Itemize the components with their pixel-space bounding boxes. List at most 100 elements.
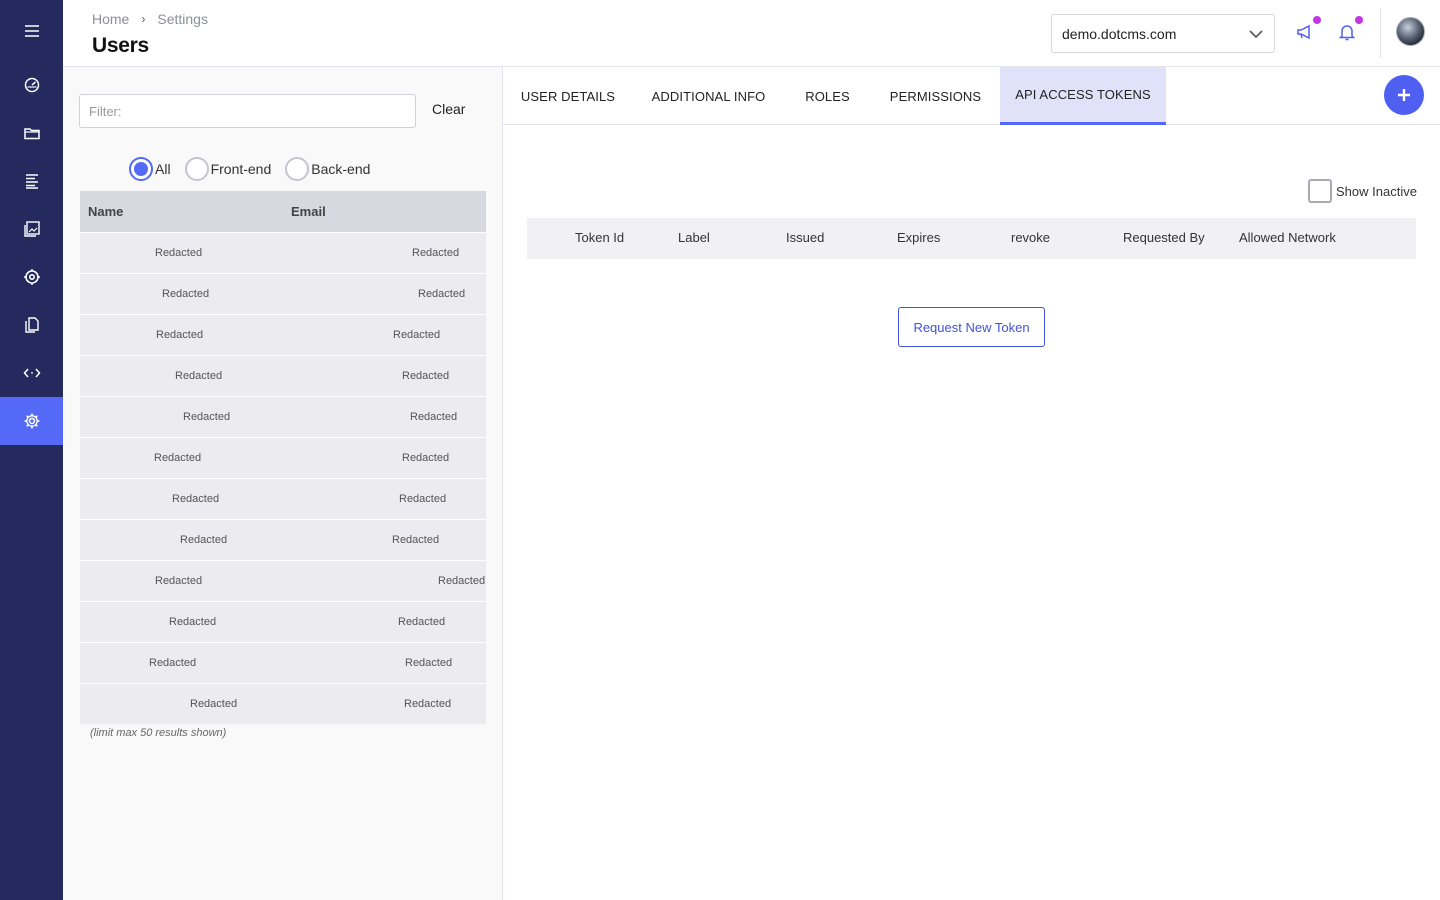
user-name: Redacted: [156, 329, 204, 341]
user-name: Redacted: [155, 575, 203, 587]
show-inactive-checkbox[interactable]: Show Inactive: [1308, 179, 1417, 203]
sidebar-item-content[interactable]: [0, 157, 63, 205]
notifications-button[interactable]: [1337, 16, 1363, 42]
breadcrumb-settings[interactable]: Settings: [157, 11, 208, 27]
sidebar-item-media[interactable]: [0, 205, 63, 253]
table-row[interactable]: Redacted Redacted: [80, 601, 486, 642]
radio-front-end[interactable]: Front-end: [184, 157, 272, 181]
user-name: Redacted: [183, 411, 231, 423]
column-header-allowed-network: Allowed Network: [1239, 230, 1336, 245]
tab-permissions[interactable]: PERMISSIONS: [871, 67, 1000, 125]
megaphone-icon: [1297, 24, 1310, 40]
tab-additional-info[interactable]: ADDITIONAL INFO: [633, 67, 784, 125]
column-header-name[interactable]: Name: [88, 204, 123, 219]
column-header-issued: Issued: [786, 230, 825, 245]
user-list-panel: Clear All Front-end Back-end Name Email …: [63, 67, 503, 900]
tab-roles[interactable]: ROLES: [784, 67, 871, 125]
user-email: Redacted: [392, 534, 440, 546]
users-table-header: Name Email: [80, 191, 486, 232]
radio-indicator: [184, 157, 209, 181]
table-row[interactable]: Redacted Redacted: [80, 273, 486, 314]
folder-icon: [23, 128, 40, 140]
table-row[interactable]: Redacted Redacted: [80, 519, 486, 560]
table-row[interactable]: Redacted Redacted: [80, 478, 486, 519]
column-header-email[interactable]: Email: [291, 204, 326, 219]
radio-label: Front-end: [210, 161, 272, 177]
user-email: Redacted: [404, 698, 452, 710]
sidebar-item-dashboard[interactable]: [0, 61, 63, 109]
bell-icon: [1338, 25, 1356, 41]
user-name: Redacted: [190, 698, 238, 710]
media-icon: [23, 221, 40, 237]
page-title: Users: [92, 34, 149, 57]
content-icon: [25, 174, 38, 189]
target-icon: [23, 269, 40, 285]
column-header-expires: Expires: [897, 230, 941, 245]
tab-api-access-tokens[interactable]: API ACCESS TOKENS: [1000, 67, 1166, 125]
user-email: Redacted: [412, 247, 460, 259]
top-header: Home › Settings Users demo.dotcms.com: [63, 0, 1440, 67]
user-email: Redacted: [398, 616, 446, 628]
user-name: Redacted: [162, 288, 210, 300]
avatar[interactable]: [1396, 17, 1425, 46]
add-user-button[interactable]: [1384, 75, 1424, 115]
user-name: Redacted: [169, 616, 217, 628]
code-icon: [23, 368, 40, 378]
user-name: Redacted: [175, 370, 223, 382]
sidebar-item-pages[interactable]: [0, 301, 63, 349]
column-header-revoke: revoke: [1011, 230, 1051, 245]
show-inactive-label: Show Inactive: [1336, 183, 1417, 199]
clear-button[interactable]: Clear: [432, 101, 465, 117]
menu-icon: [24, 25, 39, 37]
table-row[interactable]: Redacted Redacted: [80, 232, 486, 273]
notification-dot: [1313, 16, 1321, 24]
user-email: Redacted: [393, 329, 441, 341]
table-row[interactable]: Redacted Redacted: [80, 642, 486, 683]
pages-icon: [24, 317, 39, 333]
user-tabs: USER DETAILS ADDITIONAL INFO ROLES PERMI…: [503, 67, 1440, 125]
user-email: Redacted: [402, 452, 450, 464]
sidebar-item-dev-tools[interactable]: [0, 349, 63, 397]
header-divider: [1380, 8, 1381, 58]
user-email: Redacted: [418, 288, 466, 300]
breadcrumb-home[interactable]: Home: [92, 11, 129, 27]
radio-all[interactable]: All: [129, 157, 171, 181]
radio-label: Back-end: [311, 161, 371, 177]
breadcrumb-separator: ›: [141, 12, 146, 26]
plus-icon: [1398, 89, 1410, 101]
site-selector[interactable]: demo.dotcms.com: [1051, 14, 1275, 53]
user-name: Redacted: [149, 657, 197, 669]
column-header-requested-by: Requested By: [1123, 230, 1205, 245]
filter-input[interactable]: [79, 94, 416, 128]
announcements-button[interactable]: [1295, 16, 1321, 42]
table-row[interactable]: Redacted Redacted: [80, 355, 486, 396]
tab-user-details[interactable]: USER DETAILS: [503, 67, 633, 125]
sidebar: [0, 0, 63, 900]
menu-toggle-button[interactable]: [0, 7, 63, 55]
sidebar-item-settings[interactable]: [0, 397, 63, 445]
table-row[interactable]: Redacted Redacted: [80, 560, 486, 601]
site-selector-value: demo.dotcms.com: [1062, 25, 1177, 42]
breadcrumb: Home › Settings: [92, 11, 208, 27]
sidebar-item-marketing[interactable]: [0, 253, 63, 301]
table-row[interactable]: Redacted Redacted: [80, 683, 486, 724]
user-name: Redacted: [172, 493, 220, 505]
limit-note: (limit max 50 results shown): [90, 727, 227, 739]
radio-back-end[interactable]: Back-end: [285, 157, 370, 181]
user-name: Redacted: [180, 534, 228, 546]
checkbox-box: [1308, 179, 1332, 203]
sidebar-item-site-browser[interactable]: [0, 109, 63, 157]
table-row[interactable]: Redacted Redacted: [80, 437, 486, 478]
table-row[interactable]: Redacted Redacted: [80, 396, 486, 437]
tokens-table-header: Token Id Label Issued Expires revoke Req…: [527, 218, 1416, 259]
column-header-token-id: Token Id: [575, 230, 625, 245]
user-email: Redacted: [405, 657, 453, 669]
user-name: Redacted: [155, 247, 203, 259]
user-email: Redacted: [410, 411, 458, 423]
radio-label: All: [155, 161, 171, 177]
user-email: Redacted: [402, 370, 450, 382]
notification-dot: [1355, 16, 1363, 24]
table-row[interactable]: Redacted Redacted: [80, 314, 486, 355]
radio-indicator: [285, 157, 310, 181]
request-new-token-button[interactable]: Request New Token: [898, 307, 1045, 347]
